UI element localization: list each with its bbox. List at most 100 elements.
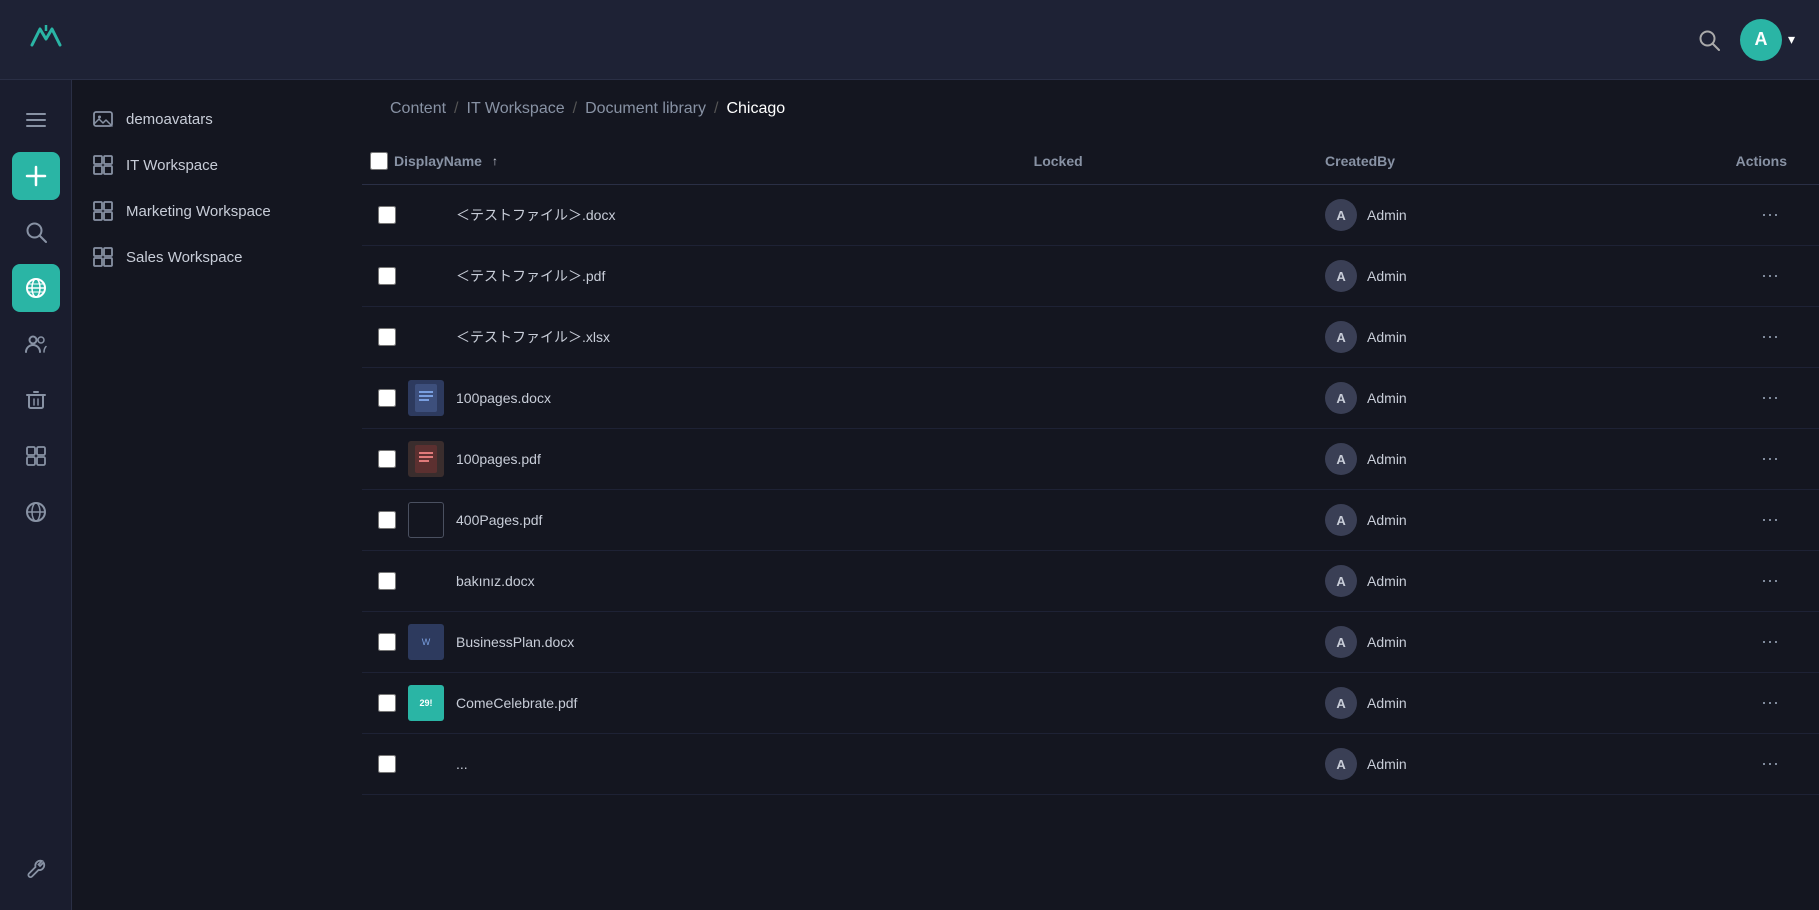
row-checkbox-3[interactable] [378,328,396,346]
row-actions-button-7[interactable]: ⋯ [1753,567,1787,596]
image-icon [92,108,114,130]
table-cell-name: ＜テストファイル＞.pdf [362,246,1018,307]
row-checkbox-7[interactable] [378,572,396,590]
row-actions-button-1[interactable]: ⋯ [1753,201,1787,230]
sidebar-item-label: Sales Workspace [126,249,242,266]
user-avatar-button[interactable]: A ▾ [1740,19,1795,61]
breadcrumb-content[interactable]: Content [390,100,446,118]
table-cell-created-by: A Admin [1309,368,1600,429]
table-cell-actions: ⋯ [1600,185,1819,246]
breadcrumb-document-library[interactable]: Document library [585,100,706,118]
row-actions-button-3[interactable]: ⋯ [1753,323,1787,352]
row-checkbox-1[interactable] [378,206,396,224]
sidebar-settings-button[interactable] [12,846,60,894]
row-actions-button-4[interactable]: ⋯ [1753,384,1787,413]
sidebar-item-marketing-workspace[interactable]: Marketing Workspace [72,188,362,234]
sidebar-item-it-workspace[interactable]: IT Workspace [72,142,362,188]
file-thumb-none [408,319,444,355]
table-row: 29! ComeCelebrate.pdf A Admin ⋯ [362,673,1819,734]
breadcrumb: Content / IT Workspace / Document librar… [362,80,1819,138]
row-actions-button-8[interactable]: ⋯ [1753,628,1787,657]
file-thumb-outline [408,502,444,538]
sidebar-globe-button[interactable] [12,264,60,312]
sort-asc-icon: ↑ [492,154,498,168]
table-cell-locked [1018,612,1309,673]
table-cell-locked [1018,368,1309,429]
sidebar-trash-button[interactable] [12,376,60,424]
row-actions-button-5[interactable]: ⋯ [1753,445,1787,474]
row-actions-button-2[interactable]: ⋯ [1753,262,1787,291]
content-sidebar: demoavatars IT Workspace Marketing Works… [72,80,362,910]
file-thumb-docx-small: W [408,624,444,660]
row-checkbox-10[interactable] [378,755,396,773]
select-all-checkbox[interactable] [370,152,388,170]
col-header-locked: Locked [1018,138,1309,185]
row-checkbox-9[interactable] [378,694,396,712]
app-logo [24,15,68,59]
table-cell-created-by: A Admin [1309,246,1600,307]
creator-avatar: A [1325,504,1357,536]
table-cell-locked [1018,185,1309,246]
table-cell-actions: ⋯ [1600,673,1819,734]
table-cell-actions: ⋯ [1600,429,1819,490]
topbar-search-button[interactable] [1698,29,1720,51]
table-cell-created-by: A Admin [1309,307,1600,368]
table-row: ... A Admin ⋯ [362,734,1819,795]
creator-avatar: A [1325,321,1357,353]
creator-name: Admin [1367,695,1407,711]
file-name: ＜テストファイル＞.docx [456,205,615,225]
creator-avatar: A [1325,260,1357,292]
icon-sidebar [0,80,72,910]
row-checkbox-8[interactable] [378,633,396,651]
trash-icon [25,389,47,411]
row-checkbox-6[interactable] [378,511,396,529]
file-name: BusinessPlan.docx [456,634,574,650]
sidebar-people-button[interactable] [12,320,60,368]
sidebar-item-label: Marketing Workspace [126,203,271,220]
sidebar-item-label: demoavatars [126,111,213,128]
file-thumb-none [408,258,444,294]
table-row: ＜テストファイル＞.xlsx A Admin ⋯ [362,307,1819,368]
row-actions-button-6[interactable]: ⋯ [1753,506,1787,535]
table-row: ＜テストファイル＞.pdf A Admin ⋯ [362,246,1819,307]
creator-name: Admin [1367,329,1407,345]
table-cell-name: 400Pages.pdf [362,490,1018,551]
chevron-down-icon: ▾ [1788,31,1795,48]
breadcrumb-sep-3: / [714,100,718,118]
add-content-button[interactable] [12,152,60,200]
col-header-actions: Actions [1600,138,1819,185]
file-thumb-docx [408,380,444,416]
table-cell-locked [1018,551,1309,612]
col-header-created-by: CreatedBy [1309,138,1600,185]
search-icon [25,221,47,243]
sidebar-menu-toggle[interactable] [12,96,60,144]
breadcrumb-chicago[interactable]: Chicago [726,100,785,118]
search-icon [1698,29,1720,51]
row-checkbox-5[interactable] [378,450,396,468]
main-content: Content / IT Workspace / Document librar… [362,80,1819,910]
row-checkbox-2[interactable] [378,267,396,285]
file-table-body: ＜テストファイル＞.docx A Admin ⋯ ＜テストファイル＞.pdf [362,185,1819,795]
row-checkbox-4[interactable] [378,389,396,407]
sidebar-search-button[interactable] [12,208,60,256]
table-cell-name: ＜テストファイル＞.docx [362,185,1018,246]
table-cell-name: ... [362,734,1018,795]
row-actions-button-9[interactable]: ⋯ [1753,689,1787,718]
table-cell-created-by: A Admin [1309,612,1600,673]
table-cell-name: W BusinessPlan.docx [362,612,1018,673]
table-cell-locked [1018,429,1309,490]
sidebar-item-sales-workspace[interactable]: Sales Workspace [72,234,362,280]
row-actions-button-10[interactable]: ⋯ [1753,750,1787,779]
table-row: ＜テストファイル＞.docx A Admin ⋯ [362,185,1819,246]
globe2-icon [25,501,47,523]
sidebar-item-demoavatars[interactable]: demoavatars [72,96,362,142]
sidebar-widgets-button[interactable] [12,432,60,480]
breadcrumb-it-workspace[interactable]: IT Workspace [467,100,565,118]
table-cell-name: bakınız.docx [362,551,1018,612]
table-cell-created-by: A Admin [1309,490,1600,551]
topbar: A ▾ [0,0,1819,80]
sidebar-globe2-button[interactable] [12,488,60,536]
widgets-icon [25,445,47,467]
logo [24,15,68,64]
file-name: ＜テストファイル＞.xlsx [456,327,610,347]
